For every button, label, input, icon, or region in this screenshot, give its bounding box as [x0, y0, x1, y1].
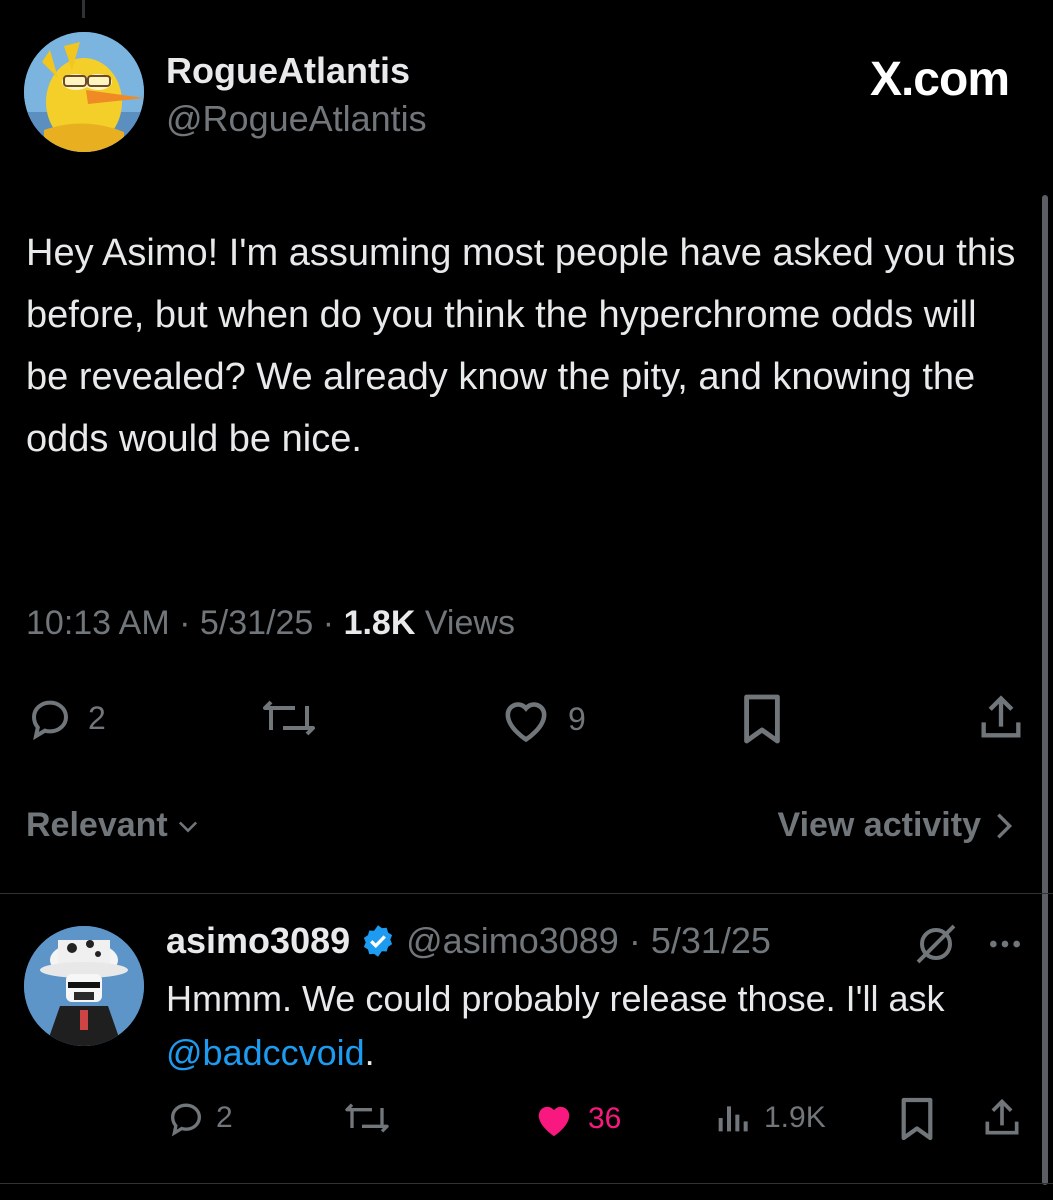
reply-text-body: Hmmm. We could probably release those. I…: [166, 978, 945, 1019]
retweet-icon: [263, 700, 315, 736]
tweet-text: Hey Asimo! I'm assuming most people have…: [26, 232, 1016, 460]
bookmark-icon: [744, 694, 780, 744]
share-icon: [985, 1098, 1019, 1135]
author-display-name[interactable]: RogueAtlantis: [166, 50, 410, 92]
tweet-meta: 10:13 AM · 5/31/25 · 1.8K Views: [26, 604, 515, 643]
x-com-brand: X.com: [869, 53, 1010, 106]
views-count: 1.8K: [343, 604, 416, 642]
sort-dropdown[interactable]: Relevant: [26, 806, 202, 845]
like-button[interactable]: 36: [530, 1098, 621, 1140]
reply-icon: [31, 700, 69, 741]
grok-icon: [916, 924, 956, 964]
scrollbar[interactable]: [1042, 195, 1048, 1185]
share-button[interactable]: [980, 1096, 1024, 1140]
meta-separator: ·: [322, 604, 335, 642]
reply-text: Hmmm. We could probably release those. I…: [166, 972, 986, 1080]
bookmark-button[interactable]: [740, 692, 784, 746]
reply-header: asimo3089 @asimo3089 · 5/31/25: [166, 920, 771, 962]
like-count: 9: [568, 700, 586, 737]
bird-avatar-image: [24, 32, 144, 152]
more-icon: [990, 940, 1020, 948]
view-activity-label: View activity: [777, 806, 982, 844]
views-count: 1.9K: [764, 1101, 826, 1134]
like-button[interactable]: 9: [498, 694, 586, 744]
retweet-button[interactable]: [340, 1098, 394, 1138]
grok-button[interactable]: [912, 920, 960, 973]
chevron-down-icon: [178, 821, 197, 832]
reply-icon: [170, 1103, 202, 1137]
avatar[interactable]: [24, 32, 144, 152]
reply-text-end: .: [364, 1032, 375, 1073]
chevron-right-icon: [997, 812, 1013, 839]
reply-date[interactable]: 5/31/25: [651, 920, 771, 962]
retweet-button[interactable]: [258, 694, 320, 742]
reply-display-name[interactable]: asimo3089: [166, 920, 350, 962]
meta-separator: ·: [179, 604, 191, 642]
views-button[interactable]: 1.9K: [714, 1098, 826, 1138]
roblox-avatar-image: [24, 926, 144, 1046]
heart-icon: [505, 702, 547, 743]
reply-handle[interactable]: @asimo3089: [406, 920, 619, 962]
bookmark-icon: [901, 1097, 933, 1141]
meta-separator: ·: [628, 920, 641, 961]
mention-link[interactable]: @badccvoid: [166, 1032, 365, 1073]
sort-label: Relevant: [26, 806, 168, 844]
thread-connector-line: [82, 0, 85, 18]
view-activity-link[interactable]: View activity: [778, 806, 1018, 845]
share-icon: [981, 695, 1021, 738]
share-button[interactable]: [975, 692, 1027, 744]
author-handle[interactable]: @RogueAtlantis: [166, 98, 427, 140]
like-count: 36: [588, 1102, 622, 1135]
reply-button[interactable]: 2: [26, 694, 106, 742]
tweet-time[interactable]: 10:13 AM: [26, 604, 170, 642]
reply-avatar[interactable]: [24, 926, 144, 1046]
verified-badge-icon: [364, 925, 393, 957]
divider: [0, 1183, 1053, 1184]
reply-button[interactable]: 2: [166, 1098, 233, 1138]
analytics-icon: [718, 1106, 748, 1132]
retweet-icon: [345, 1103, 389, 1133]
reply-count: 2: [216, 1101, 233, 1134]
tweet-date[interactable]: 5/31/25: [200, 604, 313, 642]
divider: [0, 893, 1053, 894]
views-label: Views: [424, 604, 515, 642]
more-button[interactable]: [984, 924, 1026, 969]
heart-icon: [538, 1106, 570, 1137]
bookmark-button[interactable]: [898, 1096, 936, 1142]
reply-count: 2: [88, 699, 106, 736]
